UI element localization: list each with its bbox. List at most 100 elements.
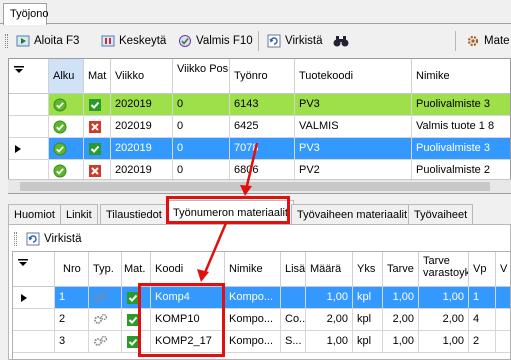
viikko-pos-cell: 0 (173, 138, 230, 160)
row-indicator (9, 94, 49, 116)
column-header-nimike[interactable]: Nimike (225, 252, 281, 287)
tarve-varastoyk-cell: 1,00 (419, 331, 469, 353)
start-button[interactable]: Aloita F3 (12, 30, 82, 52)
maara-cell: 1,00 (306, 287, 353, 309)
tab-tyovaiheet[interactable]: Työvaiheet (408, 204, 474, 224)
column-chooser[interactable] (13, 252, 55, 287)
table-row[interactable]: 202019 0 6425 VALMIS Valmis tuote 1 8 (9, 116, 510, 138)
type-cell (89, 331, 122, 353)
refresh-materials-button[interactable]: Virkistä (22, 228, 85, 250)
search-button[interactable] (330, 30, 352, 52)
tarve-cell: 1,00 (383, 331, 419, 353)
type-cell (89, 309, 122, 331)
column-header-tuotekoodi[interactable]: Tuotekoodi (295, 59, 412, 94)
nro-cell: 1 (55, 287, 89, 309)
table-row-selected[interactable]: 1 Komp4 Kompo... 1,00 kpl 1,00 1,00 1 (13, 287, 510, 309)
column-header-yks[interactable]: Yks (353, 252, 383, 287)
column-header-nro[interactable]: Nro (55, 252, 89, 287)
nimike-cell: Kompo... (225, 331, 281, 353)
column-header-viikko[interactable]: Viikko (111, 59, 173, 94)
tyonro-cell: 6425 (230, 116, 295, 138)
tab-huomiot[interactable]: Huomiot (8, 204, 61, 224)
table-row[interactable]: 2 KOMP10 Kompo... Co... 2,00 kpl 2,00 2,… (13, 309, 510, 331)
column-header-tyonro[interactable]: Työnro (230, 59, 295, 94)
v-cell (496, 309, 510, 331)
finish-button[interactable]: Valmis F10 (174, 30, 256, 52)
vp-cell: 4 (469, 309, 496, 331)
nimike-cell: Kompo... (225, 287, 281, 309)
column-header-viikko-pos[interactable]: Viikko Pos (173, 59, 230, 94)
table-row[interactable]: 3 KOMP2_17 Kompo... S... 1,00 kpl 1,00 1… (13, 331, 510, 353)
main-tabstrip (0, 0, 511, 24)
viikko-cell: 202019 (111, 116, 173, 138)
column-header-tarve-varastoyk[interactable]: Tarve varastoyk (419, 252, 469, 287)
tuotekoodi-cell: PV3 (295, 138, 412, 160)
table-row-selected[interactable]: 202019 0 7078 PV3 Puolivalmiste 3 (9, 138, 510, 160)
mat-status-cell (84, 116, 111, 138)
column-chooser-icon (14, 66, 24, 73)
row-indicator (13, 309, 55, 331)
alku-status-cell (49, 94, 84, 116)
mat-status-cell (84, 138, 111, 160)
main-toolbar: Aloita F3 Keskeytä Valmis F10 Virkistä M… (0, 25, 511, 56)
tab-tyojono[interactable]: Työjono (3, 3, 49, 25)
row-indicator (9, 116, 49, 138)
gear-icon (93, 291, 109, 306)
maara-cell: 2,00 (306, 309, 353, 331)
row-indicator (13, 331, 55, 353)
tuotekoodi-cell: PV3 (295, 94, 412, 116)
tab-linkit[interactable]: Linkit (60, 204, 98, 224)
column-chooser[interactable] (9, 59, 49, 94)
vp-cell: 2 (469, 331, 496, 353)
nimike-cell: Puolivalmiste 3 (412, 94, 510, 116)
column-header-alku[interactable]: Alku (49, 59, 84, 94)
lisatieto-cell (281, 287, 306, 309)
refresh-button[interactable]: Virkistä (263, 30, 326, 52)
tarve-varastoyk-cell: 2,00 (419, 309, 469, 331)
pause-button[interactable]: Keskeytä (97, 30, 169, 52)
toolbar-grip[interactable] (14, 232, 17, 246)
ok-check-icon (53, 120, 67, 137)
current-row-arrow-icon (21, 294, 27, 302)
column-header-maara[interactable]: Määrä (306, 252, 353, 287)
material-ok-icon (88, 99, 102, 115)
toolbar-grip[interactable] (5, 34, 8, 48)
column-header-v[interactable]: V (496, 252, 510, 287)
yks-cell: kpl (353, 309, 383, 331)
horizontal-scrollbar[interactable] (8, 179, 511, 193)
annotation-koodi-highlight (138, 283, 225, 357)
annotation-tab-highlight (166, 196, 290, 224)
materials-button[interactable]: Mate (462, 30, 511, 52)
tab-tyovaiheen-materiaalit[interactable]: Työvaiheen materiaalit (291, 204, 414, 224)
column-header-mat[interactable]: Mat (84, 59, 111, 94)
column-header-mat[interactable]: Mat. (122, 252, 151, 287)
column-header-lisatieto[interactable]: Lisär (281, 252, 306, 287)
gear-icon (93, 313, 109, 328)
type-cell (89, 287, 122, 309)
alku-status-cell (49, 116, 84, 138)
nimike-cell: Valmis tuote 1 8 (412, 116, 510, 138)
v-cell (496, 331, 510, 353)
refresh-icon (25, 231, 41, 247)
column-chooser-icon (18, 259, 28, 266)
table-row[interactable]: 202019 0 6143 PV3 Puolivalmiste 3 (9, 94, 510, 116)
material-ok-icon (88, 143, 102, 159)
tarve-cell: 1,00 (383, 287, 419, 309)
column-header-nimike[interactable]: Nimike (412, 59, 510, 94)
material-icon (465, 33, 481, 49)
toolbar-separator (455, 31, 456, 51)
yks-cell: kpl (353, 331, 383, 353)
tyonro-cell: 7078 (230, 138, 295, 160)
refresh-icon (266, 33, 282, 49)
viikko-cell: 202019 (111, 94, 173, 116)
pause-icon (100, 33, 116, 49)
alku-status-cell (49, 138, 84, 160)
column-header-typ[interactable]: Typ. (89, 252, 122, 287)
scrollbar-thumb[interactable] (20, 182, 490, 191)
tab-tilaustiedot[interactable]: Tilaustiedot (100, 204, 168, 224)
column-header-koodi[interactable]: Koodi (151, 252, 225, 287)
column-header-vp[interactable]: Vp (469, 252, 496, 287)
current-row-arrow-icon (15, 145, 21, 153)
column-header-tarve[interactable]: Tarve (383, 252, 419, 287)
viikko-pos-cell: 0 (173, 94, 230, 116)
